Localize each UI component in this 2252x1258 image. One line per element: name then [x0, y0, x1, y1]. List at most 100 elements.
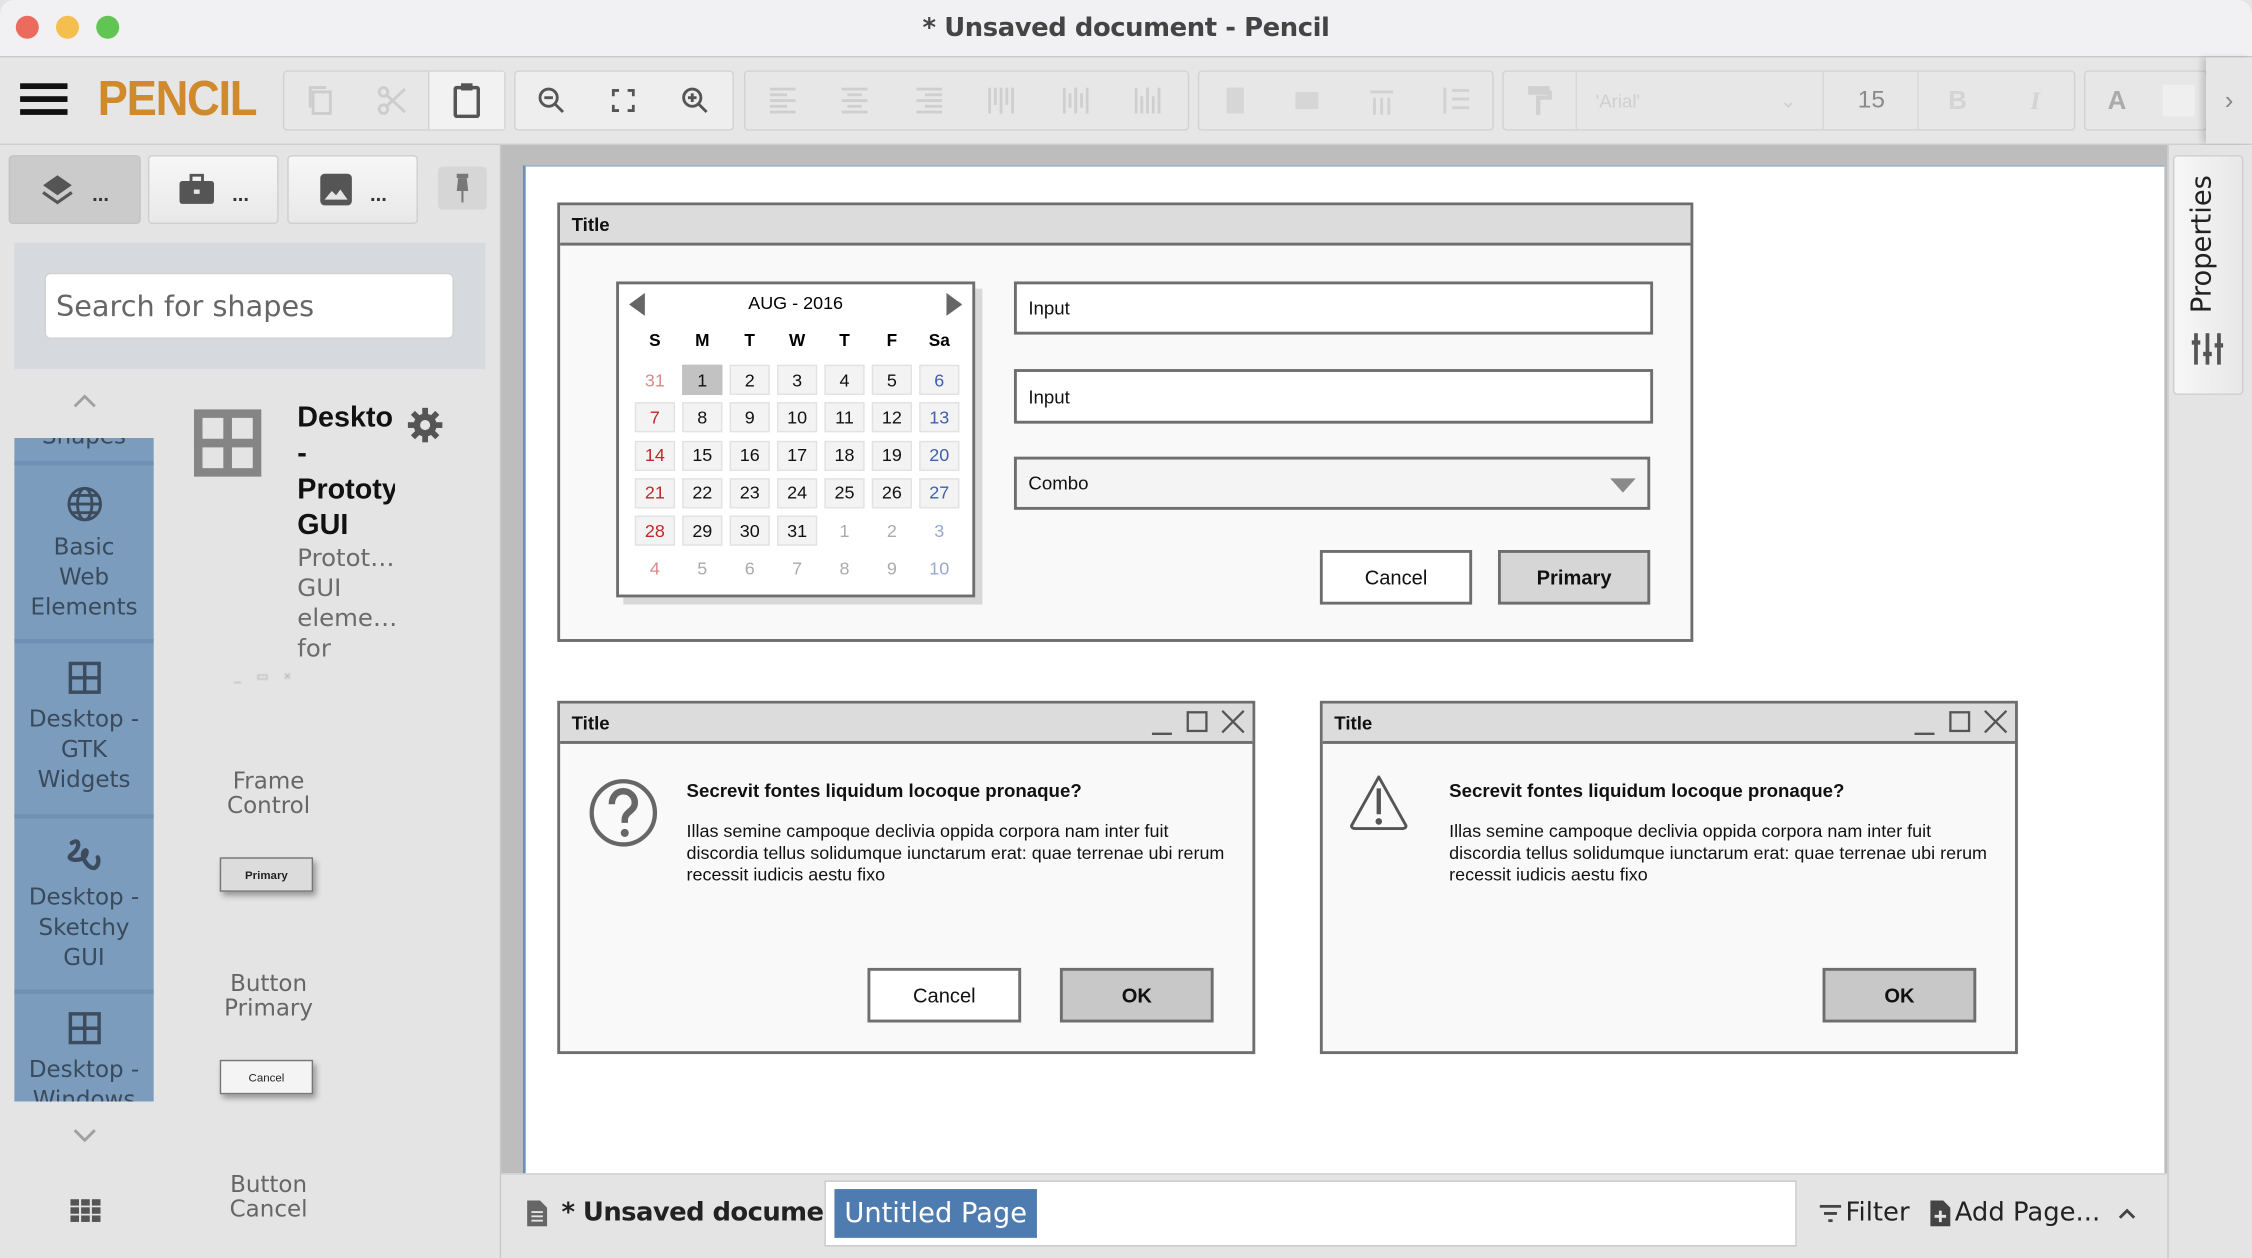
calendar-day[interactable]: 7 — [777, 554, 817, 584]
align-right-button[interactable] — [901, 72, 958, 129]
calendar-day[interactable]: 13 — [919, 402, 960, 433]
calendar-day[interactable]: 5 — [871, 364, 912, 395]
calendar-day[interactable]: 18 — [824, 440, 865, 471]
frame-primary-button[interactable]: Primary — [1497, 550, 1651, 605]
calendar-day[interactable]: 28 — [634, 515, 676, 546]
shape-item-button-primary[interactable]: Button Primary — [182, 971, 354, 1020]
calendar-day[interactable]: 2 — [729, 364, 770, 395]
category-desktop-sketchy-gui[interactable]: Desktop - Sketchy GUI — [14, 814, 154, 1005]
scroll-down-icon[interactable] — [70, 1126, 99, 1146]
same-width-button[interactable] — [1278, 72, 1335, 129]
filter-button[interactable]: Filter — [1819, 1198, 1910, 1228]
calendar-day[interactable]: 11 — [824, 402, 865, 433]
font-size-input[interactable]: 15 — [1825, 71, 1919, 130]
format-painter-button[interactable] — [1504, 71, 1577, 130]
align-left-button[interactable] — [754, 72, 811, 129]
scroll-up-icon[interactable] — [70, 391, 99, 411]
align-middle-button[interactable] — [1047, 72, 1104, 129]
combo-box[interactable]: Combo — [1013, 456, 1651, 510]
calendar-day[interactable]: 31 — [776, 515, 818, 546]
calendar-day[interactable]: 9 — [729, 402, 770, 433]
calendar-day[interactable]: 3 — [919, 516, 959, 546]
add-page-button[interactable]: Add Page... — [1930, 1198, 2100, 1228]
tab-shapes[interactable]: ... — [8, 155, 141, 225]
calendar-day[interactable]: 7 — [634, 402, 676, 433]
next-month-icon[interactable] — [945, 292, 963, 316]
button-primary-preview[interactable]: Primary — [219, 857, 314, 892]
calendar-day[interactable]: 19 — [871, 440, 912, 471]
calendar-day[interactable]: 24 — [776, 478, 818, 509]
text-input-1[interactable]: Input — [1013, 281, 1654, 335]
category-desktop-gtk-widgets[interactable]: Desktop - GTK Widgets — [14, 639, 154, 830]
calendar-widget[interactable]: AUG - 2016 S M T W T F Sa 31 1 2 3 4 5 6 7 8 9 10 11 12 13 14… — [616, 281, 976, 598]
frame-cancel-button[interactable]: Cancel — [1319, 550, 1473, 605]
question-ok-button[interactable]: OK — [1059, 967, 1214, 1023]
calendar-day[interactable]: 10 — [776, 402, 818, 433]
close-icon[interactable] — [1983, 709, 2008, 734]
maximize-icon[interactable] — [1949, 711, 1971, 733]
shape-item-button-cancel[interactable]: Button Cancel — [182, 1172, 354, 1221]
calendar-day[interactable]: 30 — [729, 515, 770, 546]
category-basic-web-elements[interactable]: Basic Web Elements — [14, 460, 154, 658]
align-bottom-button[interactable] — [1119, 72, 1176, 129]
apps-grid-icon[interactable] — [70, 1199, 101, 1229]
align-top-button[interactable] — [972, 72, 1029, 129]
bold-button[interactable]: B — [1919, 72, 1997, 129]
category-desktop-windows[interactable]: Desktop - Windows — [14, 989, 154, 1101]
fit-screen-button[interactable] — [587, 72, 659, 129]
calendar-day[interactable]: 29 — [682, 515, 723, 546]
minimize-icon[interactable] — [1914, 712, 1935, 735]
calendar-day[interactable]: 2 — [872, 516, 912, 546]
frame-control-preview[interactable]: _ ▭ × — [234, 669, 303, 683]
calendar-day[interactable]: 6 — [919, 364, 960, 395]
zoom-out-button[interactable] — [516, 72, 588, 129]
minimize-icon[interactable] — [1151, 712, 1172, 735]
same-height-button[interactable] — [1206, 72, 1263, 129]
pin-panel-button[interactable] — [438, 166, 487, 210]
calendar-day[interactable]: 25 — [824, 478, 865, 509]
calendar-day[interactable]: 20 — [919, 440, 960, 471]
horizontal-spacing-button[interactable] — [1353, 72, 1410, 129]
font-family-select[interactable]: 'Arial' ⌄ — [1577, 71, 1824, 130]
calendar-day[interactable]: 10 — [919, 554, 959, 584]
calendar-day[interactable]: 31 — [635, 365, 675, 395]
chevron-up-icon[interactable] — [2117, 1206, 2137, 1220]
align-center-button[interactable] — [826, 72, 883, 129]
cut-button[interactable] — [356, 72, 428, 129]
calendar-day[interactable]: 6 — [730, 554, 770, 584]
maximize-icon[interactable] — [1186, 711, 1208, 733]
tab-images[interactable]: ... — [287, 155, 418, 225]
calendar-day[interactable]: 5 — [682, 554, 722, 584]
calendar-day[interactable]: 27 — [919, 478, 960, 509]
page-tab-untitled[interactable]: Untitled Page — [834, 1189, 1037, 1238]
calendar-day[interactable]: 22 — [682, 478, 723, 509]
close-icon[interactable] — [1221, 709, 1245, 734]
zoom-in-button[interactable] — [659, 72, 731, 129]
calendar-day[interactable]: 8 — [682, 402, 723, 433]
toolbar-overflow-button[interactable]: › — [2206, 57, 2252, 144]
category-shapes[interactable]: Shapes — [14, 438, 153, 461]
shape-search-input[interactable]: Search for shapes — [44, 272, 454, 339]
calendar-day[interactable]: 15 — [682, 440, 723, 471]
calendar-day[interactable]: 9 — [872, 554, 912, 584]
warning-ok-button[interactable]: OK — [1822, 967, 1977, 1023]
calendar-day[interactable]: 14 — [634, 440, 676, 471]
calendar-day[interactable]: 3 — [776, 364, 818, 395]
vertical-spacing-button[interactable] — [1426, 72, 1483, 129]
hamburger-menu-icon[interactable] — [20, 83, 68, 115]
calendar-day[interactable]: 12 — [871, 402, 912, 433]
calendar-day[interactable]: 1 — [824, 516, 864, 546]
calendar-day[interactable]: 4 — [824, 364, 865, 395]
fill-color-swatch[interactable] — [2162, 84, 2195, 117]
calendar-day[interactable]: 8 — [824, 554, 864, 584]
paste-button[interactable] — [427, 71, 505, 130]
question-cancel-button[interactable]: Cancel — [867, 967, 1022, 1023]
calendar-day[interactable]: 26 — [871, 478, 912, 509]
copy-button[interactable] — [284, 72, 356, 129]
calendar-day[interactable]: 21 — [634, 478, 676, 509]
collection-settings-gear-icon[interactable] — [406, 406, 443, 451]
button-cancel-preview[interactable]: Cancel — [219, 1059, 314, 1095]
tab-collections[interactable]: ... — [147, 155, 279, 225]
calendar-day[interactable]: 16 — [729, 440, 770, 471]
text-color-button[interactable]: A — [2085, 72, 2148, 129]
